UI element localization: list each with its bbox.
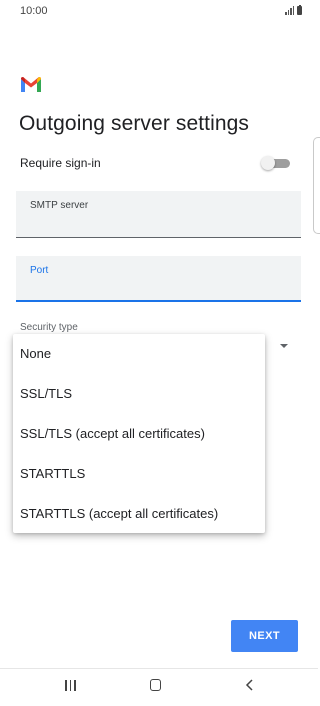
next-button[interactable]: NEXT — [231, 620, 298, 652]
security-type-menu: None SSL/TLS SSL/TLS (accept all certifi… — [13, 334, 265, 533]
require-signin-toggle[interactable] — [261, 156, 290, 170]
dropdown-arrow-icon[interactable] — [280, 344, 288, 348]
menu-item-ssl-tls[interactable]: SSL/TLS — [13, 374, 265, 414]
smtp-server-field[interactable]: SMTP server — [16, 191, 301, 238]
page-title: Outgoing server settings — [19, 112, 250, 135]
back-icon[interactable] — [243, 678, 257, 692]
gmail-logo — [21, 77, 41, 92]
menu-item-starttls-accept-all[interactable]: STARTTLS (accept all certificates) — [13, 494, 265, 534]
nav-bar — [0, 669, 318, 706]
status-icons — [285, 4, 302, 15]
port-label: Port — [30, 265, 49, 276]
menu-item-label: SSL/TLS — [20, 386, 73, 401]
security-type-label: Security type — [20, 322, 78, 333]
menu-item-label: STARTTLS — [20, 466, 86, 481]
menu-item-label: None — [20, 346, 52, 361]
home-icon[interactable] — [150, 679, 161, 691]
status-bar: 10:00 — [0, 0, 318, 24]
scroll-indicator — [313, 137, 320, 234]
menu-item-ssl-tls-accept-all[interactable]: SSL/TLS (accept all certificates) — [13, 414, 265, 454]
toggle-thumb — [261, 156, 275, 170]
battery-icon — [297, 4, 302, 15]
smtp-server-label: SMTP server — [30, 200, 89, 211]
recents-icon[interactable] — [65, 680, 76, 691]
signal-icon — [285, 6, 294, 15]
menu-item-label: STARTTLS (accept all certificates) — [20, 506, 219, 521]
menu-item-starttls[interactable]: STARTTLS — [13, 454, 265, 494]
require-signin-label: Require sign-in — [20, 156, 101, 170]
menu-item-none[interactable]: None — [13, 334, 265, 374]
menu-item-label: SSL/TLS (accept all certificates) — [20, 426, 205, 441]
status-time: 10:00 — [20, 5, 48, 17]
port-field[interactable]: Port — [16, 256, 301, 302]
